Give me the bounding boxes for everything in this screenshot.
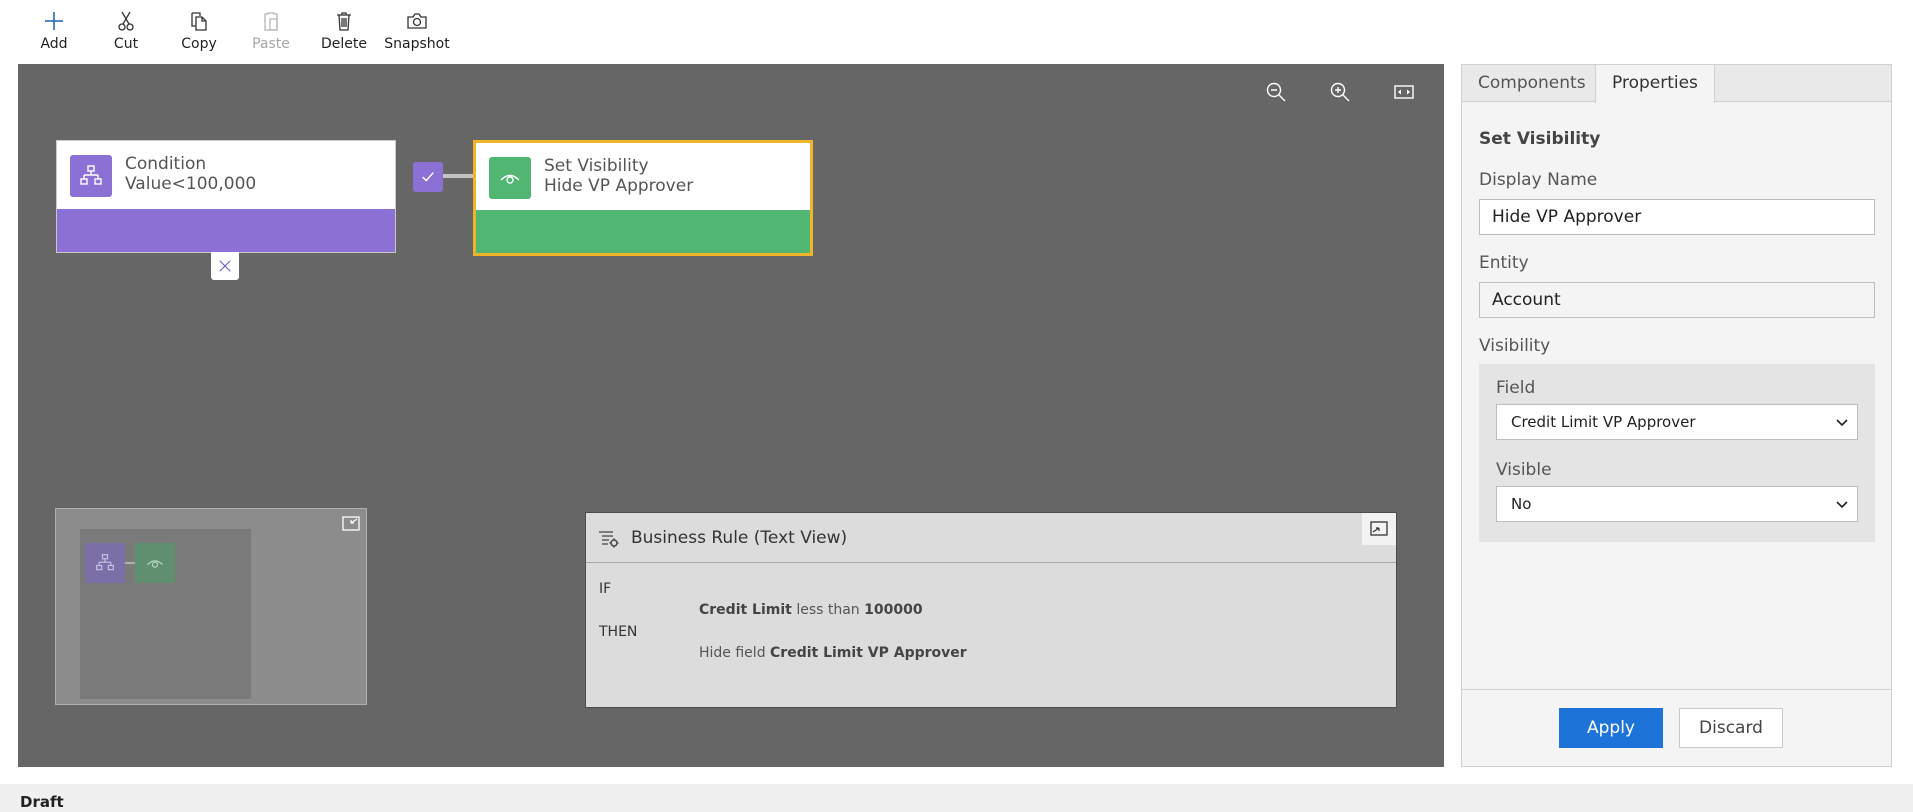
if-keyword: IF [599, 581, 612, 597]
delete-button[interactable]: Delete [308, 10, 380, 60]
visibility-group: Field Credit Limit VP Approver Visible N… [1479, 364, 1875, 542]
panel-tabs: Components Properties [1462, 65, 1891, 103]
text-view-toggle-button[interactable] [1362, 513, 1396, 545]
set-visibility-subtitle: Hide VP Approver [544, 176, 694, 196]
field-select-value: Credit Limit VP Approver [1511, 413, 1696, 431]
fit-to-screen-button[interactable] [1388, 76, 1420, 108]
condition-branch-icon [96, 554, 114, 571]
then-field: Credit Limit VP Approver [770, 645, 967, 661]
set-visibility-node[interactable]: Set Visibility Hide VP Approver [473, 140, 813, 256]
condition-branch-icon [70, 155, 112, 197]
chevron-down-icon [1835, 487, 1849, 521]
field-label: Field [1496, 378, 1536, 398]
section-title: Set Visibility [1479, 129, 1601, 149]
minimap-set-visibility-node [135, 543, 175, 583]
designer-canvas[interactable]: Condition Value<100,000 Set Visibility H… [18, 64, 1444, 767]
paste-label: Paste [252, 36, 290, 52]
snapshot-button[interactable]: Snapshot [381, 10, 453, 60]
trash-icon [308, 10, 380, 34]
false-branch-handle[interactable] [211, 252, 239, 280]
check-icon [422, 172, 434, 182]
camera-icon [381, 10, 453, 34]
if-operator: less than [796, 602, 860, 618]
chevron-down-icon [1835, 405, 1849, 439]
display-name-field[interactable] [1479, 199, 1875, 235]
snapshot-label: Snapshot [384, 36, 450, 52]
collapse-icon [342, 516, 360, 531]
zoom-out-icon [1266, 82, 1286, 102]
list-settings-icon [599, 531, 619, 548]
tab-properties[interactable]: Properties [1595, 65, 1715, 103]
scissors-icon [90, 10, 162, 34]
true-branch-handle[interactable] [413, 162, 443, 192]
zoom-out-button[interactable] [1260, 76, 1292, 108]
visible-select-value: No [1511, 495, 1532, 513]
collapse-icon [1370, 521, 1388, 536]
paste-button[interactable]: Paste [235, 10, 307, 60]
display-name-label: Display Name [1479, 170, 1598, 190]
if-clause: Credit Limit less than 100000 [699, 602, 923, 618]
delete-label: Delete [321, 36, 367, 52]
tab-components[interactable]: Components [1462, 65, 1602, 102]
discard-button[interactable]: Discard [1679, 708, 1783, 748]
condition-node[interactable]: Condition Value<100,000 [56, 140, 396, 253]
condition-color-bar [57, 209, 395, 252]
plus-icon [18, 10, 90, 34]
if-value: 100000 [864, 602, 923, 618]
panel-footer: Apply Discard [1462, 689, 1891, 766]
business-rule-text-view: Business Rule (Text View) IF Credit Limi… [585, 512, 1397, 708]
field-select[interactable]: Credit Limit VP Approver [1496, 404, 1858, 440]
condition-subtitle: Value<100,000 [125, 174, 257, 194]
cut-label: Cut [113, 36, 139, 52]
add-button[interactable]: Add [18, 10, 90, 60]
eye-icon [147, 560, 163, 568]
entity-label: Entity [1479, 253, 1529, 273]
properties-panel: Components Properties Set Visibility Dis… [1461, 64, 1892, 767]
set-visibility-text: Set Visibility Hide VP Approver [544, 156, 693, 196]
command-toolbar: Add Cut Copy Paste Delete Snapshot [0, 0, 1913, 64]
condition-title: Condition [125, 154, 207, 174]
copy-icon [163, 10, 235, 34]
zoom-in-button[interactable] [1324, 76, 1356, 108]
entity-field: Account [1479, 282, 1875, 318]
minimap-condition-node [85, 543, 125, 583]
fit-screen-icon [1394, 85, 1414, 99]
close-icon [219, 260, 231, 272]
minimap-viewport[interactable] [80, 529, 251, 699]
add-label: Add [40, 36, 68, 52]
visibility-label: Visibility [1479, 336, 1551, 356]
then-action: Hide field [699, 645, 766, 661]
text-view-title: Business Rule (Text View) [631, 528, 848, 548]
text-view-header: Business Rule (Text View) [586, 513, 1396, 563]
minimap-toggle-button[interactable] [342, 515, 360, 533]
set-visibility-title: Set Visibility [544, 156, 649, 176]
then-keyword: THEN [599, 624, 638, 640]
status-bar: Draft [0, 784, 1913, 812]
copy-label: Copy [181, 36, 217, 52]
if-field: Credit Limit [699, 602, 792, 618]
status-text: Draft [20, 793, 64, 811]
visible-select[interactable]: No [1496, 486, 1858, 522]
condition-text: Condition Value<100,000 [125, 154, 256, 194]
minimap[interactable] [55, 508, 367, 705]
visible-label: Visible [1496, 460, 1552, 480]
minimap-connector [125, 562, 135, 564]
cut-button[interactable]: Cut [90, 10, 162, 60]
eye-icon [489, 157, 531, 199]
copy-button[interactable]: Copy [163, 10, 235, 60]
apply-button[interactable]: Apply [1559, 708, 1663, 748]
paste-icon [235, 10, 307, 34]
zoom-in-icon [1330, 82, 1350, 102]
set-visibility-color-bar [476, 210, 810, 253]
then-clause: Hide field Credit Limit VP Approver [699, 645, 967, 661]
